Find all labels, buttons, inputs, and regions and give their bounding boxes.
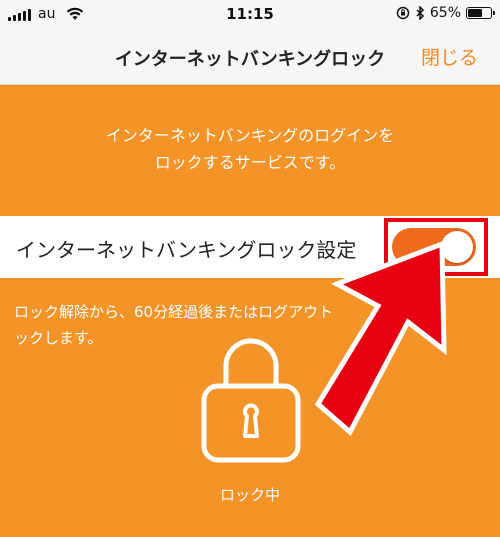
lock-status: ロック中	[219, 486, 280, 504]
note-line-1-tail: 的にロ	[377, 303, 423, 321]
battery-percent: 65%	[429, 5, 461, 21]
description-line-2: ロックするサービスです。	[154, 153, 346, 172]
close-button[interactable]: 閉じる	[421, 43, 478, 70]
status-right: 65%	[396, 5, 495, 21]
status-bar: au 11:15 65%	[0, 0, 500, 30]
lock-setting-label: インターネットバンキングロック設定	[16, 238, 357, 262]
service-description: インターネットバンキングのログインを ロックするサービスです。	[0, 122, 500, 176]
nav-bar: インターネットバンキングロック 閉じる	[0, 30, 500, 85]
lock-icon	[201, 338, 301, 463]
lock-setting-row: インターネットバンキングロック設定	[0, 216, 500, 278]
rotation-lock-icon	[396, 6, 410, 20]
bluetooth-icon	[416, 6, 424, 20]
description-line-1: インターネットバンキングのログインを	[105, 126, 395, 145]
battery-icon	[466, 7, 495, 19]
note-line-1: ロック解除から、60分経過後またはログアウト	[14, 303, 334, 321]
highlight-box	[384, 218, 488, 276]
